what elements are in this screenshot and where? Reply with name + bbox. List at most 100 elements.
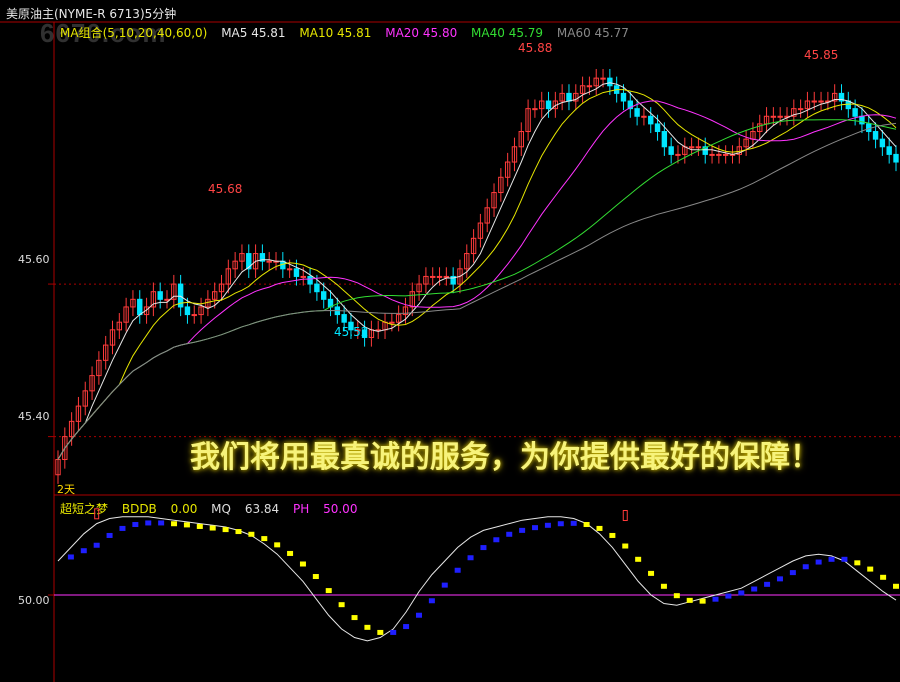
- candle-body: [389, 321, 395, 324]
- indicator-bar: [699, 598, 706, 604]
- annotation-high-right: 45.85: [804, 48, 839, 62]
- indicator-bar: [145, 520, 152, 526]
- indicator-bar: [377, 629, 384, 635]
- candle-body: [293, 268, 300, 277]
- indicator-bar: [802, 564, 809, 570]
- indicator-bar: [519, 527, 526, 533]
- candle-body: [770, 115, 777, 118]
- annotation-high-left: 45.68: [208, 182, 243, 196]
- candle-body: [314, 283, 320, 293]
- indicator-bar: [841, 556, 848, 562]
- candle-body: [566, 92, 572, 102]
- candle-body: [300, 275, 306, 278]
- indicator-bar: [299, 561, 306, 567]
- candle-body: [695, 146, 702, 149]
- indicator-bar: [467, 555, 474, 561]
- indicator-bar: [93, 542, 100, 548]
- candle-body: [716, 153, 722, 156]
- ma-line-ma10: [57, 89, 897, 460]
- candle-body: [777, 115, 783, 118]
- price-chart[interactable]: [0, 0, 900, 682]
- candle-body: [811, 100, 817, 103]
- indicator-bar: [415, 612, 422, 618]
- candle-body: [607, 77, 613, 87]
- indicator-bar: [390, 629, 397, 635]
- candle-body: [654, 123, 661, 133]
- indicator-bar: [493, 537, 500, 543]
- indicator-bar: [648, 570, 655, 576]
- indicator-bar: [441, 582, 448, 588]
- candle-body: [545, 100, 552, 110]
- indicator-bar: [764, 581, 771, 587]
- indicator-bar: [171, 521, 178, 527]
- indicator-bar: [570, 520, 577, 526]
- indicator-bar: [428, 598, 435, 604]
- indicator-bar: [222, 527, 229, 533]
- indicator-bar: [751, 586, 758, 592]
- candle-body: [859, 115, 865, 125]
- candle-body: [866, 123, 872, 133]
- indicator-bar: [609, 532, 616, 538]
- ma-line-ma5: [57, 82, 897, 460]
- candle-body: [164, 298, 170, 301]
- indicator-bar: [893, 583, 899, 589]
- ytick-indicator: 50.00: [18, 594, 50, 607]
- indicator-bar: [880, 574, 887, 580]
- indicator-bar: [119, 525, 126, 531]
- candle-body: [266, 260, 272, 263]
- indicator-bar: [622, 543, 629, 549]
- indicator-bar: [854, 560, 861, 566]
- candle-body: [321, 291, 327, 300]
- annotation-low: 45.52: [334, 325, 369, 339]
- indicator-bar: [80, 548, 87, 554]
- indicator-bar: [248, 531, 255, 537]
- indicator-bar: [325, 588, 332, 594]
- peak-marker-1: [622, 510, 628, 521]
- indicator-bar: [132, 522, 139, 528]
- ma-line-ma20: [57, 100, 897, 460]
- indicator-bar: [557, 521, 564, 527]
- days-label: 2天: [57, 483, 75, 496]
- ma-line-ma40: [57, 119, 897, 460]
- indicator-bar: [274, 542, 281, 548]
- candle-body: [532, 108, 538, 111]
- indicator-bar: [312, 574, 319, 580]
- candle-body: [286, 268, 293, 271]
- candle-body: [443, 275, 450, 278]
- peak-marker-0: [94, 508, 100, 520]
- ytick-upper: 45.60: [18, 253, 50, 266]
- candle-body: [430, 275, 436, 278]
- indicator-bar: [867, 566, 874, 572]
- indicator-bar: [673, 593, 680, 599]
- candle-body: [722, 153, 729, 156]
- candle-body: [818, 100, 824, 103]
- indicator-bar: [506, 531, 513, 537]
- mq-line: [57, 516, 897, 642]
- indicator-bar: [686, 597, 693, 603]
- candle-body: [668, 146, 674, 155]
- indicator-bar: [738, 590, 745, 596]
- candle-body: [436, 275, 443, 278]
- indicator-bar: [828, 556, 835, 562]
- candle-body: [157, 291, 163, 300]
- annotation-high: 45.88: [518, 41, 553, 55]
- candle-body: [797, 108, 804, 111]
- candle-body: [852, 108, 858, 117]
- candle-body: [341, 314, 347, 323]
- indicator-bar: [67, 554, 74, 560]
- indicator-bar: [106, 532, 113, 538]
- indicator-bar: [789, 570, 796, 576]
- indicator-bar: [364, 624, 371, 630]
- indicator-bar: [776, 576, 783, 582]
- indicator-bar: [235, 529, 242, 535]
- candle-body: [709, 153, 715, 156]
- indicator-bar: [815, 559, 822, 565]
- candle-body: [307, 275, 313, 285]
- candle-body: [872, 131, 879, 140]
- candle-body: [688, 146, 695, 149]
- indicator-bar: [158, 520, 165, 526]
- indicator-bar: [532, 525, 539, 531]
- ma-line-ma60: [57, 122, 897, 460]
- candle-body: [191, 314, 197, 317]
- candle-body: [879, 138, 886, 148]
